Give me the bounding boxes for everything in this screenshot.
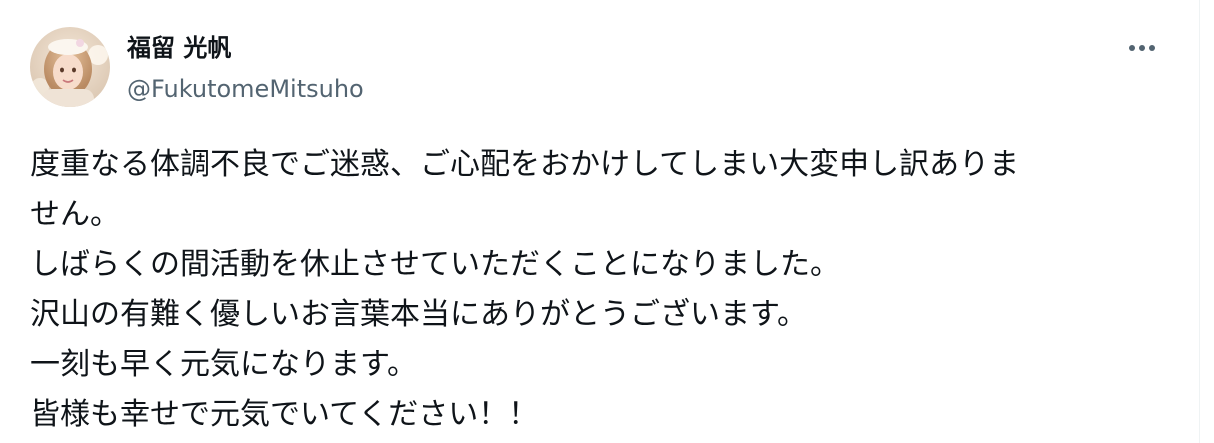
tweet-text-line: 度重なる体調不良でご迷惑、ご心配をおかけしてしまい大変申し訳ありま [30,147,1020,182]
tweet-text-line: 皆様も幸せで元気でいてください！！ [30,397,539,432]
tweet-text-line: 一刻も早く元気になります。 [30,347,417,382]
tweet-text: 度重なる体調不良でご迷惑、ご心配をおかけしてしまい大変申し訳ありま せん。 しば… [30,140,1180,440]
author-display-name[interactable]: 福留 光帆 [127,33,231,63]
user-avatar-photo-icon [30,27,110,107]
more-horizontal-icon [1129,45,1155,51]
card-right-border [1199,0,1200,443]
tweet-text-line: せん。 [30,197,120,232]
author-handle[interactable]: @FukutomeMitsuho [127,74,364,104]
tweet-text-line: しばらくの間活動を休止させていただくことになりました。 [30,247,840,282]
avatar[interactable] [30,27,110,107]
more-options-button[interactable] [1122,34,1162,62]
tweet-card: 福留 光帆 @FukutomeMitsuho 度重なる体調不良でご迷惑、ご心配を… [0,0,1214,443]
tweet-text-line: 沢山の有難く優しいお言葉本当にありがとうございます。 [30,297,807,332]
